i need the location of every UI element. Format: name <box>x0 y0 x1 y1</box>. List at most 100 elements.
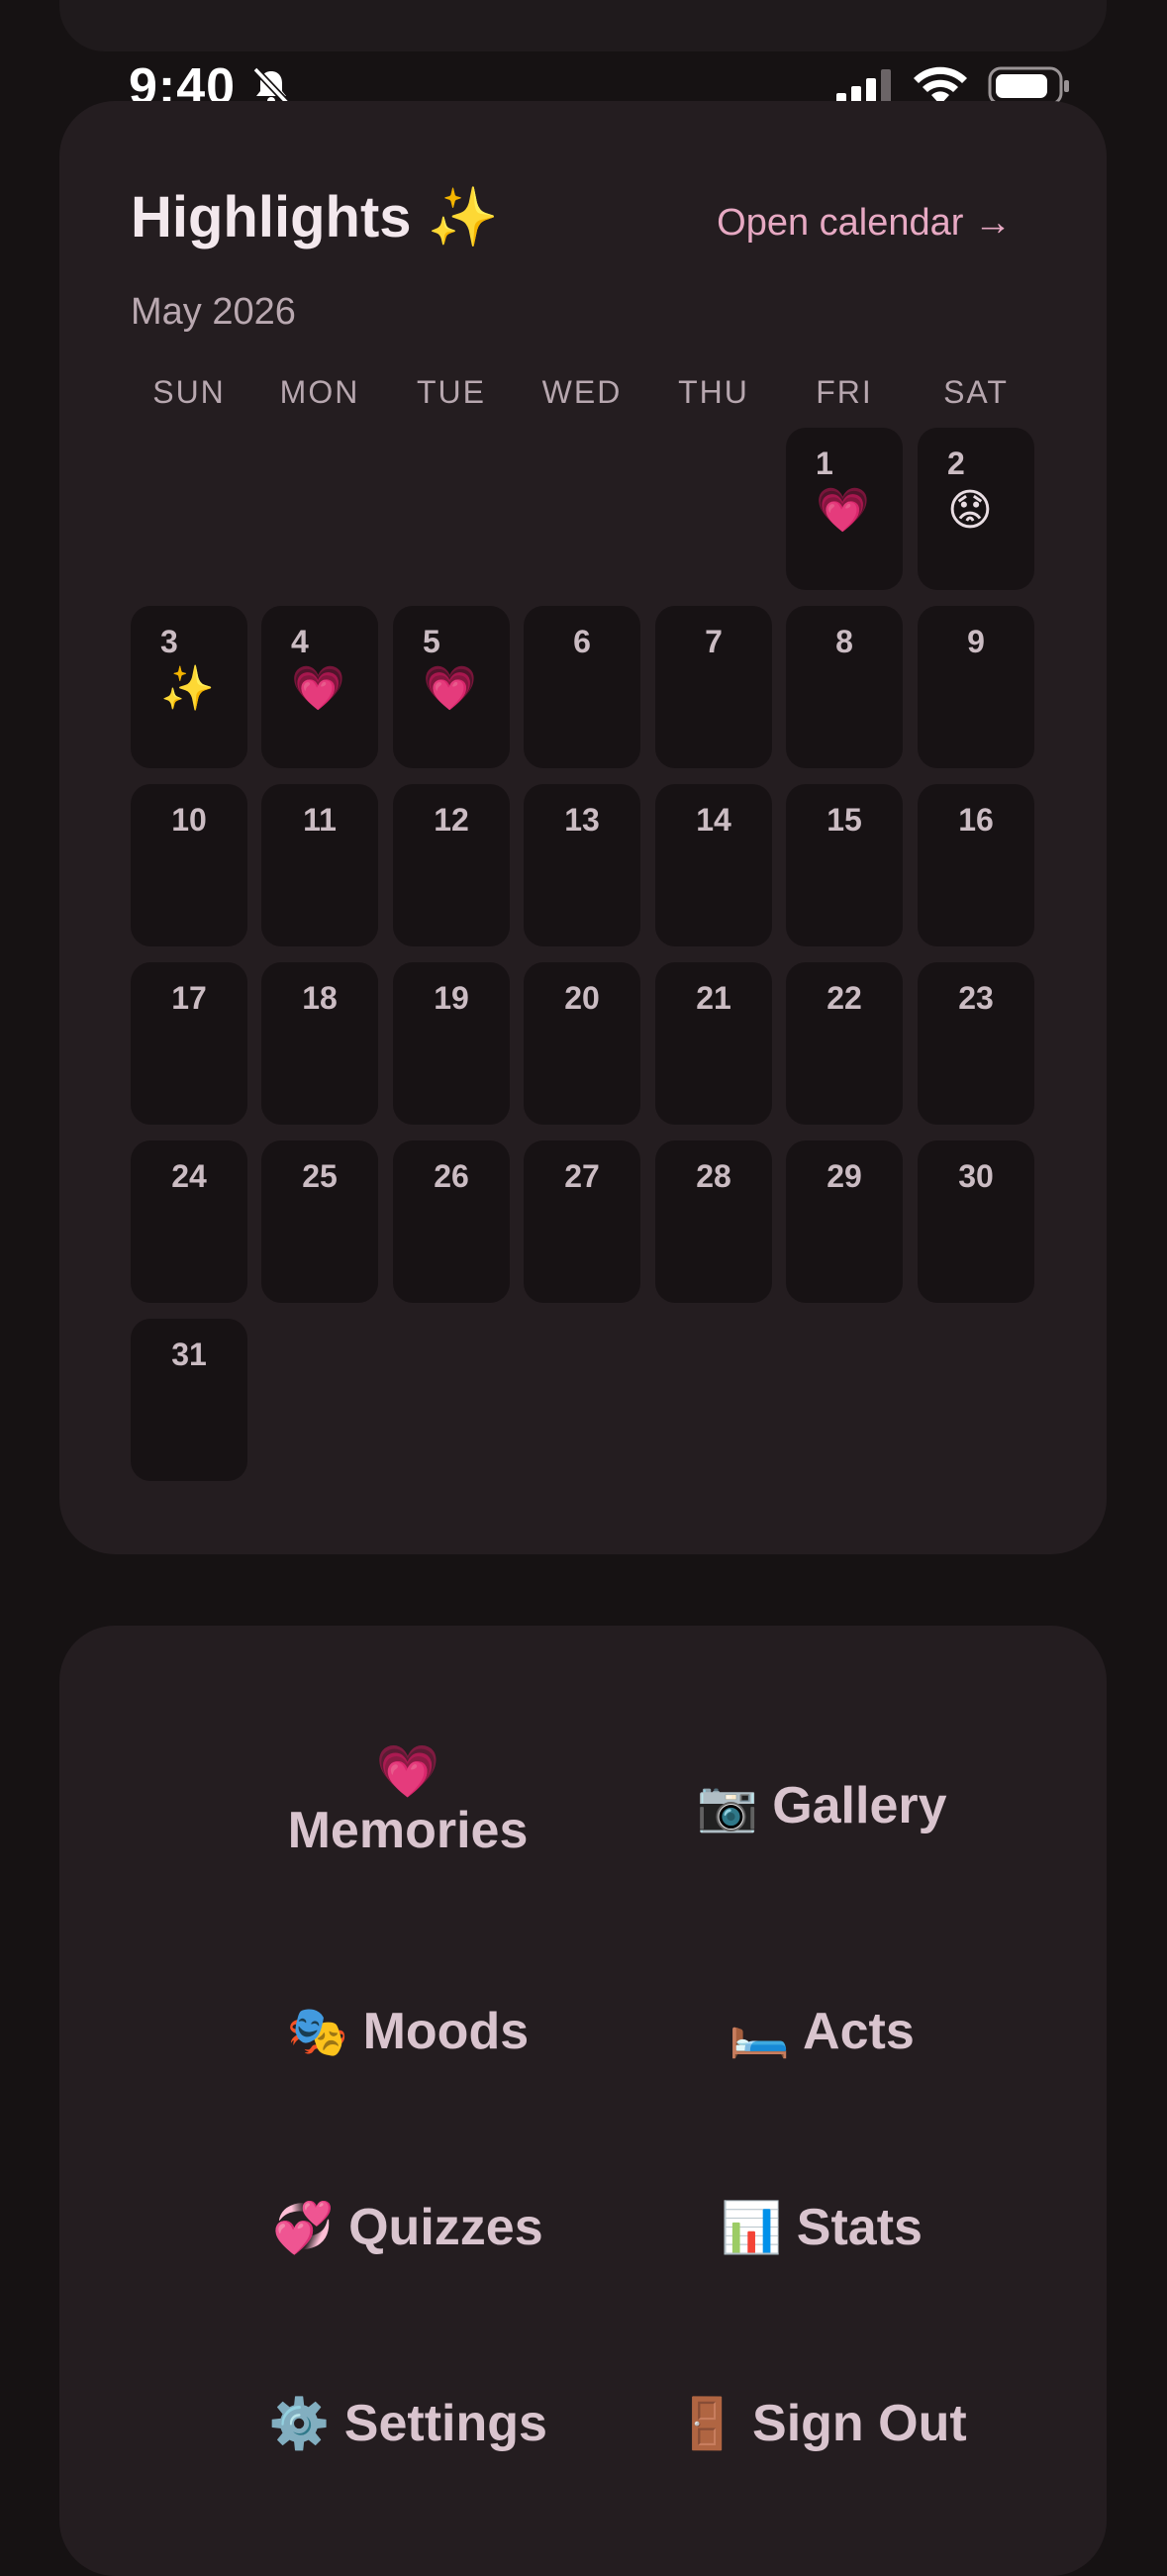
memories-button[interactable]: 💗 Memories <box>230 1743 586 1860</box>
calendar-day[interactable]: 23 <box>918 962 1034 1125</box>
day-number: 20 <box>564 980 600 1016</box>
calendar-day[interactable]: 7 <box>655 606 772 768</box>
moods-button[interactable]: 🎭 Moods <box>170 2002 645 2061</box>
day-number: 10 <box>171 802 207 838</box>
weekday-header: SUN <box>152 374 226 410</box>
day-number: 5 <box>423 624 440 659</box>
memories-label: Memories <box>287 1802 529 1860</box>
moods-label: Moods <box>362 2003 530 2060</box>
gallery-label: Gallery <box>772 1777 947 1834</box>
calendar-day[interactable]: 2 😟 <box>918 428 1034 590</box>
acts-button[interactable]: 🛏️ Acts <box>643 2002 1000 2061</box>
day-number: 18 <box>302 980 338 1016</box>
navigation-menu-card: 💗 Memories 📷 Gallery 🎭 Moods 🛏️ Acts 💞 Q… <box>59 1626 1107 2576</box>
calendar-day[interactable]: 15 <box>786 784 903 946</box>
day-number: 15 <box>827 802 862 838</box>
gear-icon: ⚙️ <box>268 2396 331 2451</box>
calendar-day[interactable]: 20 <box>524 962 640 1125</box>
weekday-header: THU <box>678 374 749 410</box>
calendar-day[interactable]: 11 <box>261 784 378 946</box>
day-number: 19 <box>434 980 469 1016</box>
weekday-header: TUE <box>417 374 486 410</box>
cellular-signal-icon <box>836 69 891 105</box>
calendar-day[interactable]: 12 <box>393 784 510 946</box>
bar-chart-icon: 📊 <box>721 2200 783 2255</box>
day-number: 24 <box>171 1158 207 1194</box>
day-number: 1 <box>816 446 833 481</box>
calendar-day[interactable]: 4 💗 <box>261 606 378 768</box>
calendar-day[interactable]: 3 ✨ <box>131 606 247 768</box>
day-number: 27 <box>564 1158 600 1194</box>
day-number: 21 <box>696 980 731 1016</box>
day-number: 9 <box>967 624 985 659</box>
day-mood-icon: 💗 <box>291 664 345 713</box>
calendar-day[interactable]: 27 <box>524 1140 640 1303</box>
day-number: 2 <box>947 446 965 481</box>
calendar-day[interactable]: 14 <box>655 784 772 946</box>
sign-out-label: Sign Out <box>752 2395 967 2452</box>
day-number: 30 <box>958 1158 994 1194</box>
camera-icon: 📷 <box>696 1778 758 1833</box>
calendar-day[interactable]: 25 <box>261 1140 378 1303</box>
two-hearts-icon: 💞 <box>272 2200 335 2255</box>
weekday-header: FRI <box>816 374 873 410</box>
day-number: 28 <box>696 1158 731 1194</box>
calendar-day[interactable]: 29 <box>786 1140 903 1303</box>
day-number: 23 <box>958 980 994 1016</box>
calendar-day[interactable]: 13 <box>524 784 640 946</box>
acts-label: Acts <box>803 2003 915 2060</box>
calendar-day[interactable]: 10 <box>131 784 247 946</box>
weekday-header: WED <box>541 374 623 410</box>
calendar-month-label: May 2026 <box>131 291 296 333</box>
highlights-title: Highlights ✨ <box>131 185 499 249</box>
previous-card-bottom <box>59 0 1107 51</box>
day-number: 17 <box>171 980 207 1016</box>
quizzes-button[interactable]: 💞 Quizzes <box>170 2198 645 2257</box>
day-number: 14 <box>696 802 731 838</box>
calendar-day[interactable]: 26 <box>393 1140 510 1303</box>
day-mood-icon: 😟 <box>947 486 993 535</box>
sign-out-button[interactable]: 🚪 Sign Out <box>624 2394 1020 2453</box>
settings-label: Settings <box>343 2395 547 2452</box>
calendar-day[interactable]: 6 <box>524 606 640 768</box>
bed-icon: 🛏️ <box>729 2004 791 2059</box>
calendar-day[interactable]: 17 <box>131 962 247 1125</box>
calendar-day[interactable]: 22 <box>786 962 903 1125</box>
weekday-header: MON <box>279 374 360 410</box>
calendar-day[interactable]: 8 <box>786 606 903 768</box>
calendar-day[interactable]: 5 💗 <box>393 606 510 768</box>
calendar-day[interactable]: 18 <box>261 962 378 1125</box>
calendar-day[interactable]: 16 <box>918 784 1034 946</box>
calendar-day[interactable]: 24 <box>131 1140 247 1303</box>
day-number: 4 <box>291 624 309 659</box>
door-icon: 🚪 <box>676 2396 738 2451</box>
day-number: 29 <box>827 1158 862 1194</box>
day-mood-icon: 💗 <box>816 486 870 535</box>
stats-button[interactable]: 📊 Stats <box>643 2198 1000 2257</box>
calendar-day[interactable]: 1 💗 <box>786 428 903 590</box>
highlights-card: Highlights ✨ Open calendar → May 2026 SU… <box>59 101 1107 1554</box>
stats-label: Stats <box>796 2199 923 2256</box>
day-mood-icon: 💗 <box>423 664 477 713</box>
day-number: 22 <box>827 980 862 1016</box>
heart-icon: 💗 <box>375 1743 440 1801</box>
quizzes-label: Quizzes <box>348 2199 543 2256</box>
calendar-day[interactable]: 31 <box>131 1319 247 1481</box>
day-number: 11 <box>303 802 337 838</box>
calendar-day[interactable]: 21 <box>655 962 772 1125</box>
settings-button[interactable]: ⚙️ Settings <box>170 2394 645 2453</box>
day-number: 26 <box>434 1158 469 1194</box>
day-number: 13 <box>564 802 600 838</box>
gallery-button[interactable]: 📷 Gallery <box>643 1776 1000 1835</box>
day-number: 16 <box>958 802 994 838</box>
calendar-day[interactable]: 9 <box>918 606 1034 768</box>
day-number: 25 <box>302 1158 338 1194</box>
day-number: 12 <box>434 802 469 838</box>
calendar-day[interactable]: 30 <box>918 1140 1034 1303</box>
day-number: 31 <box>171 1337 207 1372</box>
day-number: 3 <box>160 624 178 659</box>
calendar-day[interactable]: 19 <box>393 962 510 1125</box>
open-calendar-link[interactable]: Open calendar → <box>717 202 1012 245</box>
calendar-day[interactable]: 28 <box>655 1140 772 1303</box>
day-number: 8 <box>835 624 853 659</box>
